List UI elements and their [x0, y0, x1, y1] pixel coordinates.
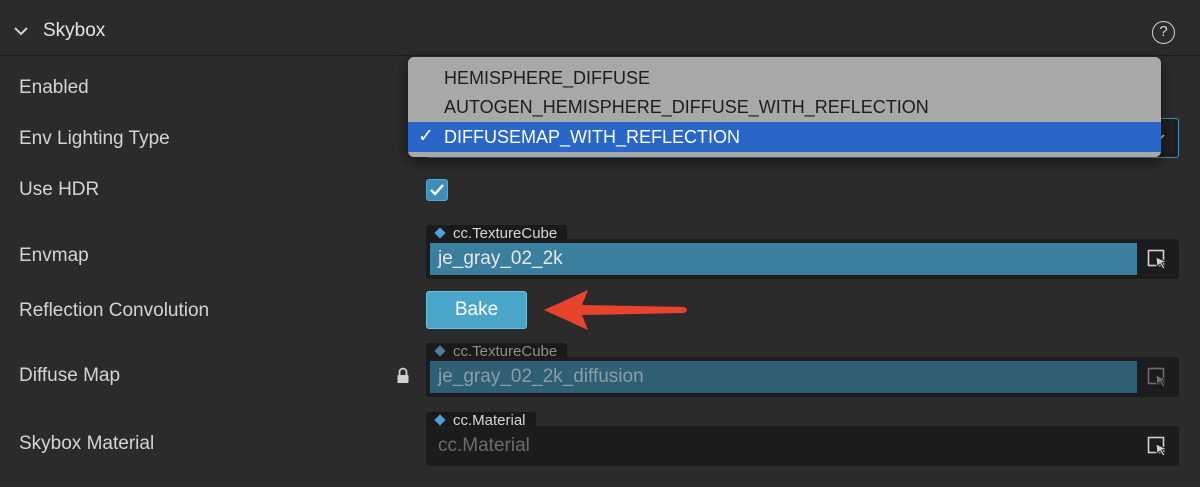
option-label: HEMISPHERE_DIFFUSE [444, 68, 651, 88]
option-label: AUTOGEN_HEMISPHERE_DIFFUSE_WITH_REFLECTI… [444, 97, 929, 117]
checkmark-icon [430, 184, 444, 196]
asset-field-box: je_gray_02_2k_diffusion [426, 357, 1179, 397]
chevron-down-icon[interactable] [12, 22, 30, 40]
diffuse-map-asset-field: cc.TextureCube je_gray_02_2k_diffusion [426, 343, 1179, 397]
skybox-panel: Skybox ? Enabled Env Lighting Type Use H… [0, 0, 1200, 487]
locate-asset-icon[interactable] [1147, 249, 1169, 271]
dropdown-option-selected[interactable]: ✓ DIFFUSEMAP_WITH_REFLECTION [408, 122, 1161, 152]
checkmark-icon: ✓ [418, 126, 434, 147]
annotation-arrow-icon [544, 290, 687, 330]
lock-icon [397, 367, 409, 383]
reflection-convolution-label: Reflection Convolution [19, 300, 210, 321]
diffuse-map-value: je_gray_02_2k_diffusion [430, 361, 1137, 393]
option-label: DIFFUSEMAP_WITH_REFLECTION [444, 127, 741, 147]
asset-diamond-icon [434, 414, 446, 426]
envmap-label: Envmap [19, 245, 89, 266]
skybox-material-label: Skybox Material [19, 433, 155, 454]
dropdown-option[interactable]: AUTOGEN_HEMISPHERE_DIFFUSE_WITH_REFLECTI… [408, 92, 1161, 122]
section-header[interactable]: Skybox ? [0, 0, 1200, 56]
asset-diamond-icon [434, 227, 446, 239]
locate-asset-icon[interactable] [1147, 436, 1169, 458]
use-hdr-label: Use HDR [19, 179, 100, 200]
section-title: Skybox [43, 20, 106, 41]
envmap-value[interactable]: je_gray_02_2k [430, 243, 1137, 275]
asset-field-box[interactable]: je_gray_02_2k [426, 239, 1179, 279]
bake-button[interactable]: Bake [426, 291, 527, 329]
env-lighting-dropdown-menu: HEMISPHERE_DIFFUSE AUTOGEN_HEMISPHERE_DI… [408, 57, 1161, 157]
use-hdr-checkbox[interactable] [426, 179, 448, 201]
enabled-label: Enabled [19, 77, 89, 98]
help-icon[interactable]: ? [1152, 21, 1175, 44]
locate-asset-icon [1147, 367, 1169, 388]
envmap-asset-field: cc.TextureCube je_gray_02_2k [426, 225, 1179, 279]
skybox-material-asset-field: cc.Material cc.Material [426, 412, 1179, 466]
dropdown-option[interactable]: HEMISPHERE_DIFFUSE [408, 63, 1161, 93]
asset-field-box[interactable]: cc.Material [426, 426, 1179, 466]
asset-diamond-icon [434, 345, 446, 357]
skybox-material-placeholder[interactable]: cc.Material [430, 430, 1137, 462]
diffuse-map-label: Diffuse Map [19, 365, 121, 386]
env-lighting-type-label: Env Lighting Type [19, 128, 170, 149]
